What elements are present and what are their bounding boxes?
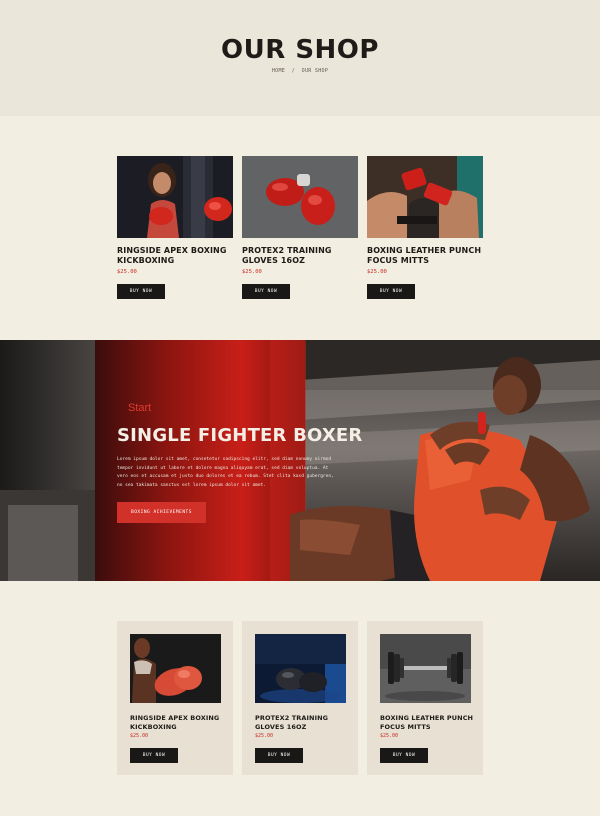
product-name[interactable]: RINGSIDE APEX BOXING KICKBOXING bbox=[130, 714, 225, 731]
page-title: OUR SHOP bbox=[221, 35, 379, 65]
product-name[interactable]: PROTEX2 TRAINING GLOVES 16OZ bbox=[242, 246, 358, 266]
product-price: $25.00 bbox=[380, 733, 399, 739]
woman-with-red-boxing-gloves-image bbox=[117, 156, 233, 238]
buy-now-button[interactable]: BUY NOW bbox=[117, 284, 165, 299]
dumbbell-image bbox=[380, 634, 471, 703]
product-image-red-gloves[interactable] bbox=[242, 156, 358, 238]
hands-wrapped-in-red-tape-image bbox=[367, 156, 483, 238]
breadcrumb-separator: / bbox=[291, 68, 296, 74]
product-image-black-gloves[interactable] bbox=[255, 634, 346, 703]
product-image-boxer-red-gloves[interactable] bbox=[130, 634, 221, 703]
breadcrumb: HOME / OUR SHOP bbox=[0, 68, 600, 74]
boxer-with-red-gloves-image bbox=[130, 634, 221, 703]
page-header: OUR SHOP HOME / OUR SHOP bbox=[0, 0, 600, 116]
product-image-dumbbell[interactable] bbox=[380, 634, 471, 703]
red-boxing-gloves-image bbox=[242, 156, 358, 238]
hero-body-text: Lorem ipsum dolor sit amet, consetetur s… bbox=[117, 457, 334, 488]
breadcrumb-current: OUR SHOP bbox=[301, 68, 329, 74]
buy-now-button[interactable]: BUY NOW bbox=[367, 284, 415, 299]
product-price: $25.00 bbox=[130, 733, 149, 739]
product-price: $25.00 bbox=[367, 269, 387, 275]
boxing-achievements-button[interactable]: BOXING ACHIEVEMENTS bbox=[117, 502, 206, 523]
product-name[interactable]: BOXING LEATHER PUNCH FOCUS MITTS bbox=[380, 714, 475, 731]
product-price: $25.00 bbox=[255, 733, 274, 739]
breadcrumb-home-link[interactable]: HOME bbox=[272, 68, 285, 74]
product-price: $25.00 bbox=[117, 269, 137, 275]
product-price: $25.00 bbox=[242, 269, 262, 275]
buy-now-button[interactable]: BUY NOW bbox=[255, 748, 303, 763]
hero-title: SINGLE FIGHTER BOXER bbox=[117, 425, 363, 446]
product-name[interactable]: BOXING LEATHER PUNCH FOCUS MITTS bbox=[367, 246, 483, 266]
buy-now-button[interactable]: BUY NOW bbox=[380, 748, 428, 763]
product-image-hand-wraps[interactable] bbox=[367, 156, 483, 238]
buy-now-button[interactable]: BUY NOW bbox=[242, 284, 290, 299]
black-gloves-on-blue-floor-image bbox=[255, 634, 346, 703]
hero-kicker: Start bbox=[128, 402, 152, 414]
product-name[interactable]: PROTEX2 TRAINING GLOVES 16OZ bbox=[255, 714, 350, 731]
product-name[interactable]: RINGSIDE APEX BOXING KICKBOXING bbox=[117, 246, 233, 266]
buy-now-button[interactable]: BUY NOW bbox=[130, 748, 178, 763]
product-image-woman-boxer[interactable] bbox=[117, 156, 233, 238]
